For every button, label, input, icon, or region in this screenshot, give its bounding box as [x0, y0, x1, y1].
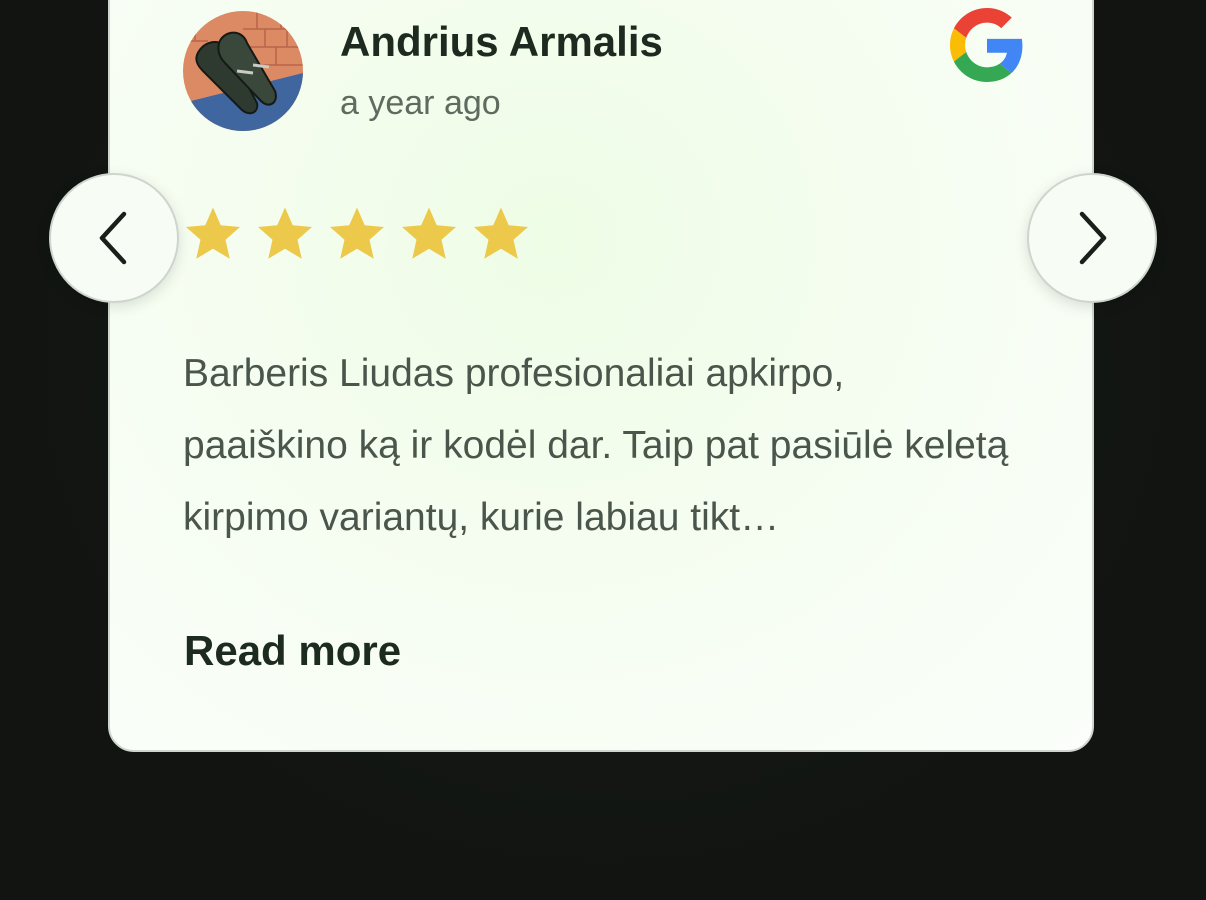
reviewer-name: Andrius Armalis — [340, 18, 663, 65]
review-text: Barberis Liudas profesionaliai apkirpo, … — [183, 352, 1009, 539]
star-icon — [402, 207, 456, 259]
previous-review-button[interactable] — [49, 173, 179, 303]
chevron-right-icon — [1079, 211, 1107, 265]
next-review-button[interactable] — [1027, 173, 1157, 303]
chevron-left-icon — [99, 211, 127, 265]
star-icon — [330, 207, 384, 259]
star-icon — [186, 207, 240, 259]
google-icon — [950, 8, 1024, 82]
review-timestamp: a year ago — [340, 84, 501, 122]
avatar-shoes-illustration — [183, 11, 303, 131]
page: Andrius Armalis a year ago Barberis Liud… — [0, 0, 1206, 900]
star-icon — [258, 207, 312, 259]
star-rating — [183, 203, 531, 263]
star-icon — [474, 207, 528, 259]
read-more-link[interactable]: Read more — [184, 627, 401, 675]
reviewer-avatar — [183, 11, 303, 131]
